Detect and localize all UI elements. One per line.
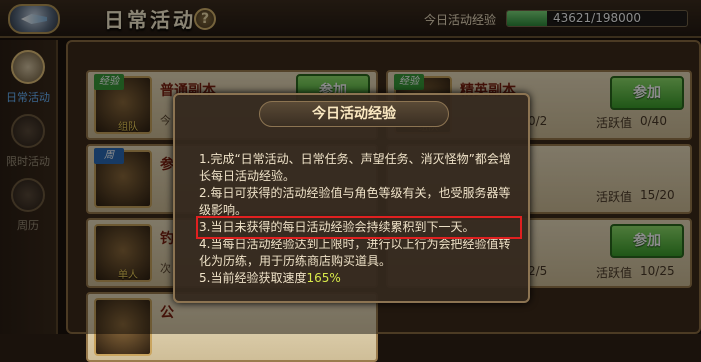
dialog-title-bar: 今日活动经验: [259, 101, 449, 127]
rule-line-4: 4.当每日活动经验达到上限时，进行以上行为会把经验值转化为历练，用于历练商店购买…: [199, 237, 511, 268]
dialog-title: 今日活动经验: [312, 106, 396, 122]
dialog-body: 1.完成“日常活动、日常任务、声望任务、消灭怪物”都会增长每日活动经验。 2.每…: [196, 151, 522, 287]
speed-value: 165%: [306, 271, 341, 285]
rule-line-5: 5.当前经验获取速度165%: [199, 270, 519, 287]
exp-info-dialog: 今日活动经验 1.完成“日常活动、日常任务、声望任务、消灭怪物”都会增长每日活动…: [173, 93, 530, 303]
rule-line-2: 2.每日可获得的活动经验值与角色等级有关，也受服务器等级影响。: [199, 186, 511, 217]
rule-line-1: 1.完成“日常活动、日常任务、声望任务、消灭怪物”都会增长每日活动经验。: [199, 152, 511, 183]
rule-line-3-highlighted: 3.当日未获得的每日活动经验会持续累积到下一天。: [196, 216, 522, 239]
speed-prefix: 5.当前经验获取速度: [199, 271, 307, 285]
